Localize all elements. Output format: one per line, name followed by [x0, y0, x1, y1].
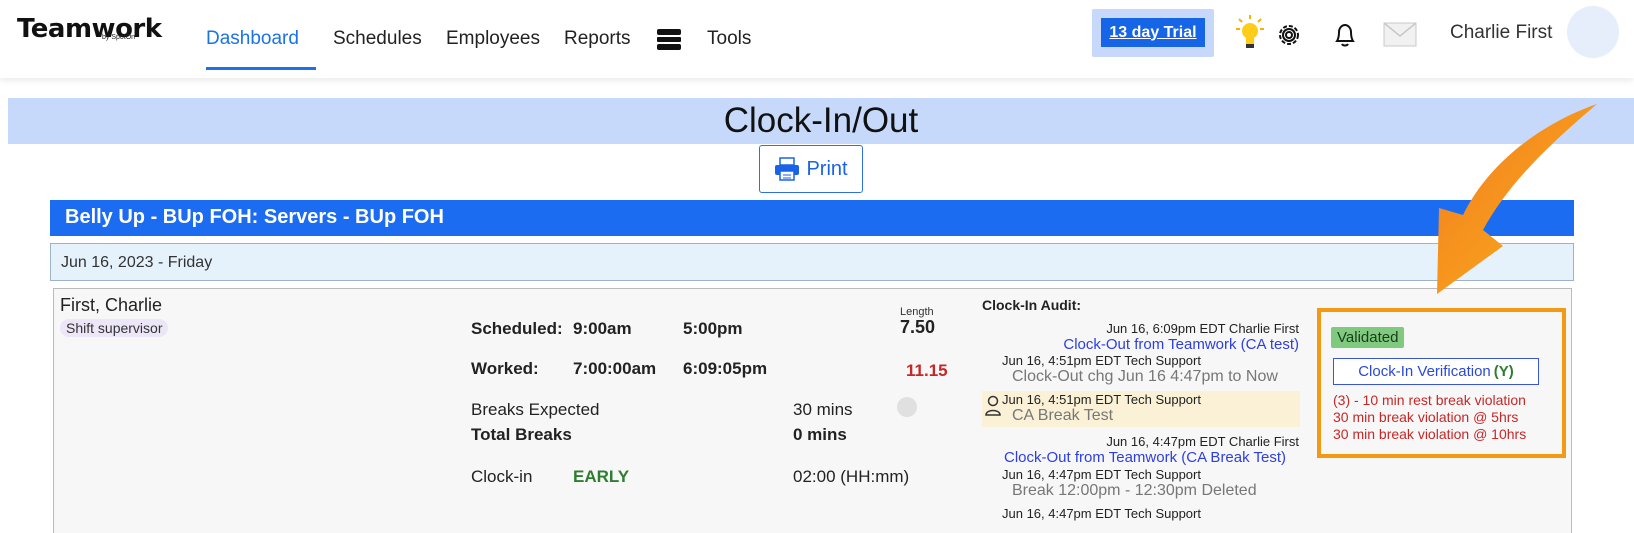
nav-dashboard[interactable]: Dashboard	[206, 28, 299, 50]
nav-employees[interactable]: Employees	[446, 28, 540, 50]
printer-icon	[775, 157, 800, 181]
audit-title: Clock-In Audit:	[982, 297, 1082, 313]
role-badge: Shift supervisor	[60, 319, 169, 337]
audit-entry-meta: Jun 16, 4:47pm EDT Charlie First	[1106, 434, 1299, 449]
clockin-verification-button[interactable]: Clock-In Verification (Y)	[1333, 358, 1539, 385]
person-icon	[985, 395, 1001, 416]
validated-badge: Validated	[1331, 327, 1405, 348]
audit-entry-text: CA Break Test	[1012, 407, 1114, 424]
top-nav: Teamwork by SpotOn Dashboard Schedules E…	[0, 0, 1634, 78]
user-name[interactable]: Charlie First	[1450, 22, 1552, 44]
total-breaks-value: 0 mins	[793, 425, 847, 444]
annotation-arrow-icon	[1437, 104, 1597, 294]
scheduled-label: Scheduled:	[471, 319, 563, 338]
audit-entry-text: Clock-Out chg Jun 16 4:47pm to Now	[1012, 368, 1278, 385]
brand-sub-label: by SpotOn	[102, 34, 136, 41]
audit-entry-meta: Jun 16, 4:51pm EDT Tech Support	[1002, 392, 1201, 407]
gear-icon[interactable]	[1276, 22, 1302, 48]
violation-item: 30 min break violation @ 10hrs	[1333, 426, 1527, 442]
nav-active-underline	[206, 67, 316, 70]
lightbulb-icon[interactable]	[1235, 14, 1265, 50]
verify-value: (Y)	[1493, 363, 1514, 380]
report-stack-icon[interactable]	[655, 26, 683, 52]
break-toggle[interactable]	[897, 397, 917, 417]
nav-tools[interactable]: Tools	[707, 28, 751, 50]
worked-start: 7:00:00am	[573, 359, 657, 378]
print-button[interactable]: Print	[759, 145, 863, 193]
validation-box: Validated Clock-In Verification (Y) (3) …	[1317, 308, 1566, 458]
employee-name[interactable]: First, Charlie	[60, 295, 162, 316]
page-title: Clock-In/Out	[723, 101, 919, 140]
title-band: Clock-In/Out	[8, 98, 1634, 144]
scheduled-start: 9:00am	[573, 319, 632, 338]
brand-name: Teamwork	[17, 14, 162, 44]
clockin-diff: 02:00 (HH:mm)	[793, 467, 910, 486]
audit-entry-link[interactable]: Clock-Out from Teamwork (CA test)	[1063, 336, 1299, 353]
breaks-expected-label: Breaks Expected	[471, 400, 600, 419]
audit-entry-text: Break 12:00pm - 12:30pm Deleted	[1012, 482, 1257, 499]
scheduled-end: 5:00pm	[683, 319, 743, 338]
clockin-label: Clock-in	[471, 467, 533, 486]
audit-entry-link[interactable]: Clock-Out from Teamwork (CA Break Test)	[1004, 449, 1286, 466]
worked-length: 11.15	[906, 361, 948, 380]
avatar[interactable]	[1567, 6, 1619, 58]
bell-icon[interactable]	[1333, 22, 1357, 48]
trial-button[interactable]: 13 day Trial	[1101, 18, 1205, 47]
clockin-status: EARLY	[573, 467, 630, 486]
total-breaks-label: Total Breaks	[471, 425, 572, 444]
worked-end: 6:09:05pm	[683, 359, 768, 378]
scheduled-length: 7.50	[900, 317, 936, 337]
worked-label: Worked:	[471, 359, 539, 378]
audit-entry-meta: Jun 16, 4:47pm EDT Tech Support	[1002, 467, 1201, 482]
brand-sub: by SpotOn	[102, 34, 135, 41]
nav-reports[interactable]: Reports	[564, 28, 631, 50]
nav-schedules[interactable]: Schedules	[333, 28, 422, 50]
brand-logo[interactable]: Teamwork	[17, 14, 162, 44]
violation-item: 30 min break violation @ 5hrs	[1333, 409, 1519, 425]
location-header: Belly Up - BUp FOH: Servers - BUp FOH	[50, 200, 1574, 236]
verify-label: Clock-In Verification	[1358, 363, 1491, 380]
date-header: Jun 16, 2023 - Friday	[50, 243, 1574, 281]
print-label: Print	[806, 157, 848, 180]
violation-item: (3) - 10 min rest break violation	[1333, 392, 1526, 408]
audit-entry-meta: Jun 16, 4:51pm EDT Tech Support	[1002, 353, 1201, 368]
audit-entry-meta: Jun 16, 4:47pm EDT Tech Support	[1002, 506, 1201, 521]
breaks-expected-value: 30 mins	[793, 400, 853, 419]
trial-banner: 13 day Trial	[1092, 9, 1214, 57]
audit-entry-meta: Jun 16, 6:09pm EDT Charlie First	[1106, 321, 1299, 336]
mail-icon[interactable]	[1383, 22, 1417, 47]
